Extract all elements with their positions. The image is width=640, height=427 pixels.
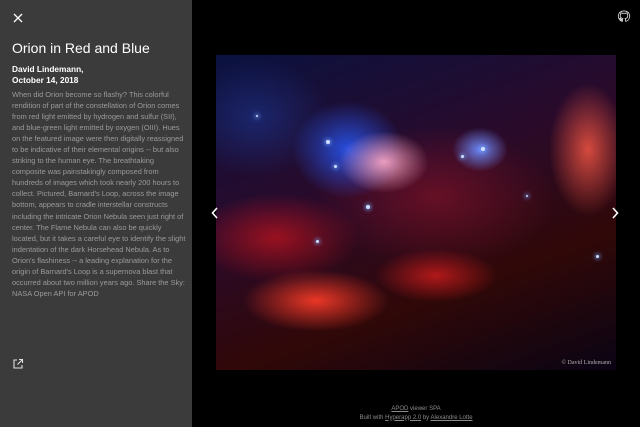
star — [596, 255, 599, 258]
chevron-left-icon — [211, 207, 218, 219]
footer-text: by — [421, 414, 431, 421]
footer-text: Built with — [359, 414, 386, 421]
author-link[interactable]: Alexandre Lotte — [431, 415, 473, 421]
credit-block: David Lindemann, October 14, 2018 — [12, 64, 188, 86]
hyperapp-link[interactable]: Hyperapp 2.0 — [385, 415, 421, 421]
star — [461, 155, 464, 158]
open-external-button[interactable] — [12, 357, 24, 369]
image-description: When did Orion become so flashy? This co… — [12, 90, 186, 298]
star — [334, 165, 337, 168]
star — [481, 147, 485, 151]
close-button[interactable] — [10, 10, 26, 26]
close-icon — [13, 13, 23, 23]
star — [316, 240, 319, 243]
image-viewer: © David Lindemann APOD viewer SPA Built … — [192, 0, 640, 427]
footer-line-1: APOD viewer SPA — [192, 405, 640, 414]
github-icon — [617, 10, 631, 22]
footer-text: viewer SPA — [408, 406, 441, 412]
photo-watermark: © David Lindemann — [561, 360, 611, 366]
chevron-right-icon — [612, 207, 619, 219]
footer: APOD viewer SPA Built with Hyperapp 2.0 … — [192, 405, 640, 422]
page-title: Orion in Red and Blue — [12, 40, 150, 56]
previous-image-button[interactable] — [210, 206, 220, 220]
apod-link[interactable]: APOD — [391, 406, 408, 412]
publish-date: October 14, 2018 — [12, 75, 79, 85]
next-image-button[interactable] — [610, 206, 620, 220]
star — [256, 115, 258, 117]
star — [526, 195, 528, 197]
github-link[interactable] — [617, 10, 631, 24]
footer-line-2: Built with Hyperapp 2.0 by Alexandre Lot… — [192, 414, 640, 423]
apod-image: © David Lindemann — [216, 55, 616, 370]
star — [326, 140, 330, 144]
star — [366, 205, 370, 209]
author-name: David Lindemann, — [12, 64, 84, 74]
info-sidebar: Orion in Red and Blue David Lindemann, O… — [0, 0, 192, 427]
external-link-icon — [13, 358, 24, 369]
